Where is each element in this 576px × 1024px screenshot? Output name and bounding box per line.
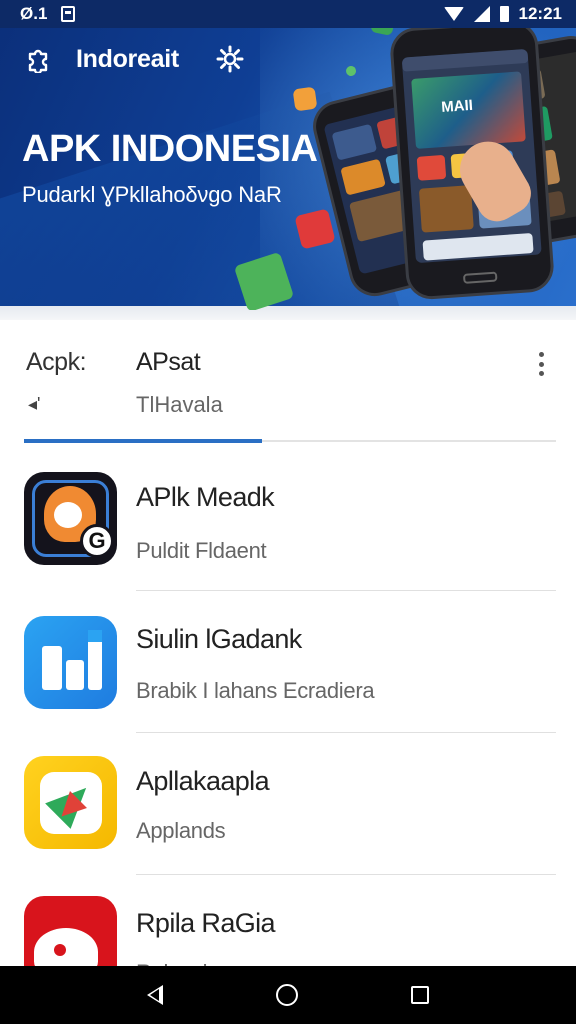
- list-item[interactable]: G APlk Meadk Puldit Fldaent: [0, 450, 576, 592]
- hero-divider: [0, 306, 576, 320]
- chart-app-icon: [24, 616, 117, 709]
- hero-title: APK INDONESIA: [22, 128, 318, 170]
- floating-app-icon: [344, 64, 358, 78]
- tab-apsat-subtitle: TlHavala: [136, 392, 223, 417]
- status-left-text: Ø.1: [20, 4, 48, 23]
- hero-toolbar: Indoreait: [24, 44, 245, 74]
- app-subtitle: Brabik I lahans Ecradiera: [136, 678, 375, 703]
- app-title: Siulin lGadank: [136, 624, 302, 654]
- list-item[interactable]: Siulin lGadank Brabik I lahans Ecradiera: [0, 592, 576, 734]
- floating-app-icon: [233, 251, 295, 310]
- phone-screen-label: MAII: [440, 96, 474, 116]
- home-icon[interactable]: [275, 984, 298, 1006]
- battery-icon: [499, 6, 509, 22]
- hero-subtitle: Pudarkl ƔPkllahoδνgo ΝaR: [22, 182, 282, 207]
- status-bar: Ø.1 12:21: [0, 0, 576, 28]
- navigation-bar: [0, 966, 576, 1024]
- app-title: APlk Meadk: [136, 482, 275, 512]
- more-options-icon[interactable]: [530, 350, 552, 378]
- floating-app-icon: [292, 86, 318, 112]
- tab-apk-title[interactable]: Acpk:: [26, 348, 87, 377]
- notification-icon: [61, 6, 76, 22]
- tab-apsat-title[interactable]: APsat: [136, 348, 201, 377]
- app-subtitle: Applands: [136, 818, 226, 843]
- tab-bar: [0, 320, 576, 444]
- active-tab-indicator: [24, 439, 262, 443]
- list-divider: [136, 874, 556, 875]
- back-icon[interactable]: [146, 985, 163, 1005]
- signal-icon: [473, 6, 490, 22]
- app-title: Rpila RaGia: [136, 908, 276, 938]
- status-time: 12:21: [518, 4, 562, 23]
- app-subtitle: Puldit Fldaent: [136, 538, 267, 563]
- floating-app-icon: [294, 208, 336, 250]
- list-divider: [136, 732, 556, 733]
- fox-app-icon: G: [24, 472, 117, 565]
- recents-icon[interactable]: [411, 986, 430, 1004]
- app-title: Apllakaapla: [136, 766, 270, 796]
- brand-name: Indoreait: [76, 44, 179, 73]
- list-divider: [136, 590, 556, 591]
- settings-gear-icon[interactable]: [215, 44, 245, 74]
- compass-app-icon: [24, 756, 117, 849]
- wifi-icon: [443, 7, 464, 21]
- list-item[interactable]: Apllakaapla Applands: [0, 734, 576, 876]
- puzzle-icon[interactable]: [24, 44, 54, 74]
- tab-apk-subtitle: ◂': [28, 394, 41, 414]
